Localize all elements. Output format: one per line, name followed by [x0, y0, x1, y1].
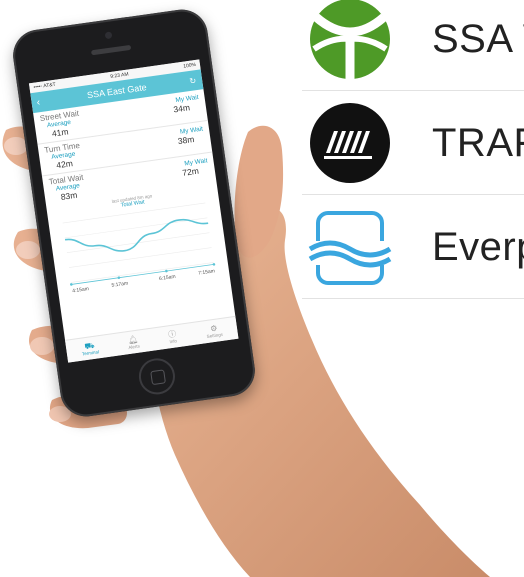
grid-line — [71, 262, 214, 283]
x-tick-mark — [117, 276, 121, 280]
average-value: 41m — [51, 126, 70, 139]
tab-label: Terminal — [81, 349, 100, 357]
refresh-icon[interactable]: ↻ — [189, 76, 197, 86]
grid-line — [64, 217, 208, 239]
average-value: 42m — [55, 158, 74, 171]
x-tick-label: 7:15am — [198, 268, 215, 276]
x-tick-mark — [165, 269, 168, 273]
grid-line — [68, 247, 212, 268]
tab-label: Settings — [206, 331, 224, 340]
screen-title: SSA East Gate — [86, 82, 148, 101]
tab-info[interactable]: ⓘ Info — [168, 329, 178, 344]
tab-settings[interactable]: ⚙ Settings — [205, 323, 223, 339]
back-chevron-icon[interactable]: ‹ — [36, 97, 41, 108]
x-tick-label: 4:15am — [72, 286, 89, 294]
x-tick-mark — [70, 283, 73, 286]
x-tick-label: 6:15am — [159, 274, 176, 282]
average-value: 83m — [60, 189, 78, 202]
mywait-value: 72m — [181, 165, 200, 178]
clock-label: 9:23 AM — [109, 71, 129, 80]
battery-label: 100% — [182, 61, 197, 70]
series-line — [64, 218, 209, 252]
x-tick-mark — [212, 263, 216, 266]
x-tick-label: 5:17am — [111, 281, 128, 289]
tab-label: Alerts — [128, 343, 141, 351]
tab-label: Info — [169, 338, 178, 345]
mywait-value: 34m — [172, 102, 191, 115]
mywait-value: 38m — [177, 133, 195, 147]
tab-alerts[interactable]: 🔔︎ Alerts — [127, 335, 140, 350]
tab-terminal[interactable]: ⛟ Terminal — [80, 340, 100, 357]
x-axis — [71, 263, 214, 285]
